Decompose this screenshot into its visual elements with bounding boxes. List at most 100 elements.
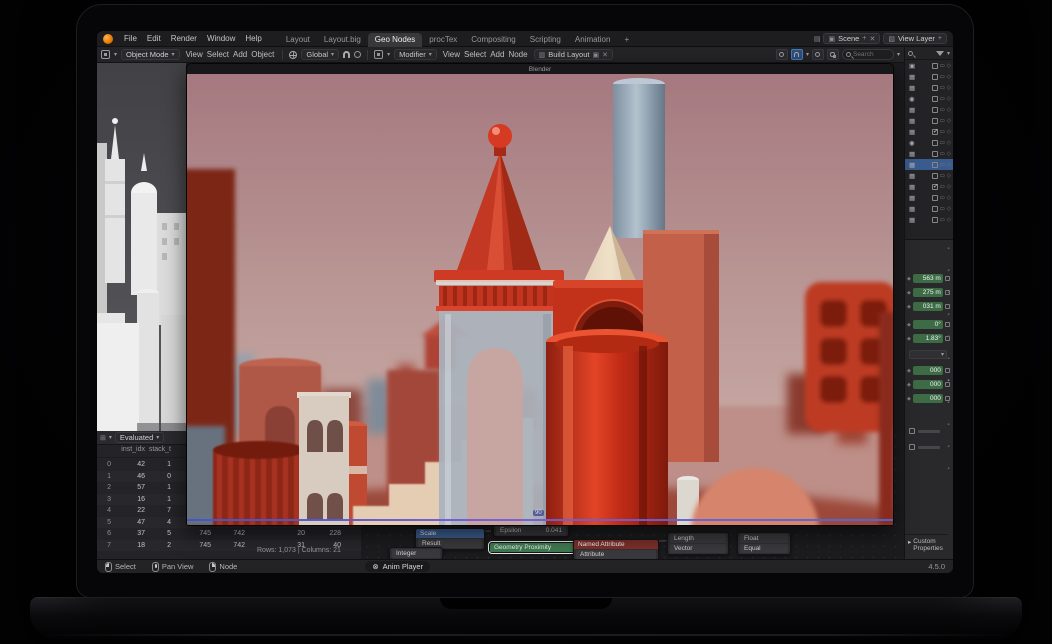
properties-tab-icon[interactable]: ▪ <box>947 378 949 384</box>
dataset-select[interactable]: Evaluated ▾ <box>115 432 164 443</box>
outliner-row[interactable]: ▦ ▭ ◇ <box>905 82 953 93</box>
checkbox-icon[interactable] <box>932 96 938 102</box>
frame-slider[interactable] <box>187 519 894 521</box>
location-field[interactable]: 275 m <box>913 288 943 297</box>
link-icon[interactable]: ▤ <box>814 35 821 43</box>
menu-item[interactable]: Window <box>202 34 240 43</box>
node[interactable]: Named Attribute Attribute <box>573 539 659 561</box>
checkbox-icon[interactable] <box>932 162 938 168</box>
properties-tab-icon[interactable]: ▪ <box>947 268 949 274</box>
checkbox-icon[interactable] <box>909 444 915 450</box>
checkbox-icon[interactable] <box>932 107 938 113</box>
checkbox-icon[interactable] <box>932 140 938 146</box>
workspace-tab[interactable]: Compositing <box>464 33 522 47</box>
hide-render-icon[interactable]: ◇ <box>947 129 951 135</box>
keyframe-icon[interactable]: ◆ <box>907 368 911 374</box>
checkbox-icon[interactable] <box>932 195 938 201</box>
workspace-tab[interactable]: + <box>617 33 636 47</box>
outliner-row[interactable]: ▦ ▭ ◇ <box>905 181 953 192</box>
checkbox-icon[interactable] <box>932 118 938 124</box>
render-window[interactable]: Blender <box>186 63 894 526</box>
properties-tab-icon[interactable]: ▪ <box>947 334 949 340</box>
rotation-field[interactable]: 0° <box>913 320 943 329</box>
node-socket-row[interactable]: Length <box>670 534 726 543</box>
outliner-row[interactable]: ▣ ▭ ◇ <box>905 60 953 71</box>
blender-logo-icon[interactable] <box>103 34 113 44</box>
checkbox-icon[interactable] <box>909 428 915 434</box>
hide-render-icon[interactable]: ◇ <box>947 74 951 80</box>
hide-viewport-icon[interactable]: ▭ <box>940 184 945 190</box>
properties-tab-icon[interactable]: ▪ <box>947 466 949 472</box>
rotation-mode-dropdown[interactable]: ▾ <box>909 350 947 359</box>
hide-viewport-icon[interactable]: ▭ <box>940 140 945 146</box>
outliner-row[interactable]: ◉ ▭ ◇ <box>905 137 953 148</box>
hide-render-icon[interactable]: ◇ <box>947 173 951 179</box>
hide-render-icon[interactable]: ◇ <box>947 140 951 146</box>
property-checkbox-row[interactable] <box>909 444 940 450</box>
unlink-icon[interactable]: ✕ <box>869 35 875 43</box>
outliner-row[interactable]: ▦ ▭ ◇ <box>905 170 953 181</box>
rotation-field[interactable]: 1.83° <box>913 334 943 343</box>
hide-render-icon[interactable]: ◇ <box>947 63 951 69</box>
hide-render-icon[interactable]: ◇ <box>947 107 951 113</box>
outliner-row[interactable]: ▦ ▭ ◇ <box>905 126 953 137</box>
hide-render-icon[interactable]: ◇ <box>947 206 951 212</box>
property-checkbox-row[interactable] <box>909 428 940 434</box>
chevron-down-icon[interactable]: ▾ <box>947 50 950 57</box>
workspace-tab[interactable]: Scripting <box>523 33 568 47</box>
keyframe-icon[interactable]: ◆ <box>907 396 911 402</box>
scale-field[interactable]: 000 <box>913 380 943 389</box>
node-socket-row[interactable]: Integer <box>392 549 440 558</box>
filter-icon[interactable] <box>936 51 944 56</box>
properties-tab-icon[interactable]: ▪ <box>947 312 949 318</box>
checkbox-icon[interactable] <box>932 217 938 223</box>
outliner-row[interactable]: ▦ ▭ ◇ <box>905 214 953 225</box>
editor-geometry-nodes-icon[interactable] <box>374 50 383 59</box>
column-header[interactable] <box>97 446 111 457</box>
hide-viewport-icon[interactable]: ▭ <box>940 173 945 179</box>
keyframe-icon[interactable]: ◆ <box>907 276 911 282</box>
viewport-3d-clay[interactable] <box>97 63 186 431</box>
properties-tab-icon[interactable]: ▪ <box>947 400 949 406</box>
new-icon[interactable]: + <box>862 35 866 42</box>
properties-tab-icon[interactable]: ▪ <box>947 246 949 252</box>
node[interactable]: Length Vector <box>667 532 729 555</box>
workspace-tab[interactable]: Layout <box>279 33 317 47</box>
node-tree-selector[interactable]: ▥ Build Layout ▣ ✕ <box>534 49 613 60</box>
node-context-select[interactable]: Modifier ▾ <box>394 49 437 60</box>
hide-render-icon[interactable]: ◇ <box>947 217 951 223</box>
table-row[interactable]: 6 37 5 745 742 20 228 <box>97 528 361 540</box>
checkbox-icon[interactable] <box>932 63 938 69</box>
node[interactable]: Float Equal <box>737 532 791 555</box>
location-field[interactable]: 031 m <box>913 302 943 311</box>
properties-tab-icon[interactable]: ▪ <box>947 290 949 296</box>
hide-render-icon[interactable]: ◇ <box>947 184 951 190</box>
workspace-tab[interactable]: Animation <box>568 33 618 47</box>
anim-player-status[interactable]: ⊗ Anim Player <box>365 561 430 572</box>
outliner-row[interactable]: ◉ ▭ ◇ <box>905 93 953 104</box>
hide-render-icon[interactable]: ◇ <box>947 195 951 201</box>
workspace-tab[interactable]: Geo Nodes <box>368 33 422 47</box>
chevron-down-icon[interactable]: ▾ <box>806 51 809 58</box>
hide-viewport-icon[interactable]: ▭ <box>940 217 945 223</box>
keyframe-icon[interactable]: ◆ <box>907 304 911 310</box>
magnet-icon[interactable] <box>343 51 350 58</box>
workspace-tab[interactable]: Layout.big <box>317 33 368 47</box>
keyframe-icon[interactable]: ◆ <box>907 290 911 296</box>
node-menu-item[interactable]: Add <box>488 50 506 59</box>
workspace-tab[interactable]: procTex <box>422 33 464 47</box>
hide-viewport-icon[interactable]: ▭ <box>940 63 945 69</box>
outliner-row[interactable]: ▦ ▭ ◇ <box>905 159 953 170</box>
menu-item[interactable]: Render <box>166 34 202 43</box>
scene-selector[interactable]: ▣ Scene + ✕ <box>823 33 880 44</box>
hide-viewport-icon[interactable]: ▭ <box>940 195 945 201</box>
snap-toggle-icon[interactable] <box>791 49 803 60</box>
stop-icon[interactable]: ⊗ <box>372 562 378 571</box>
outliner-row[interactable]: ▦ ▭ ◇ <box>905 71 953 82</box>
view-layer-selector[interactable]: ▧ View Layer + <box>883 33 947 44</box>
outliner-row[interactable]: ▦ ▭ ◇ <box>905 115 953 126</box>
hide-render-icon[interactable]: ◇ <box>947 85 951 91</box>
search-input[interactable] <box>853 51 891 58</box>
node-socket-row[interactable]: Float <box>740 534 788 543</box>
globe-icon[interactable] <box>289 51 297 59</box>
